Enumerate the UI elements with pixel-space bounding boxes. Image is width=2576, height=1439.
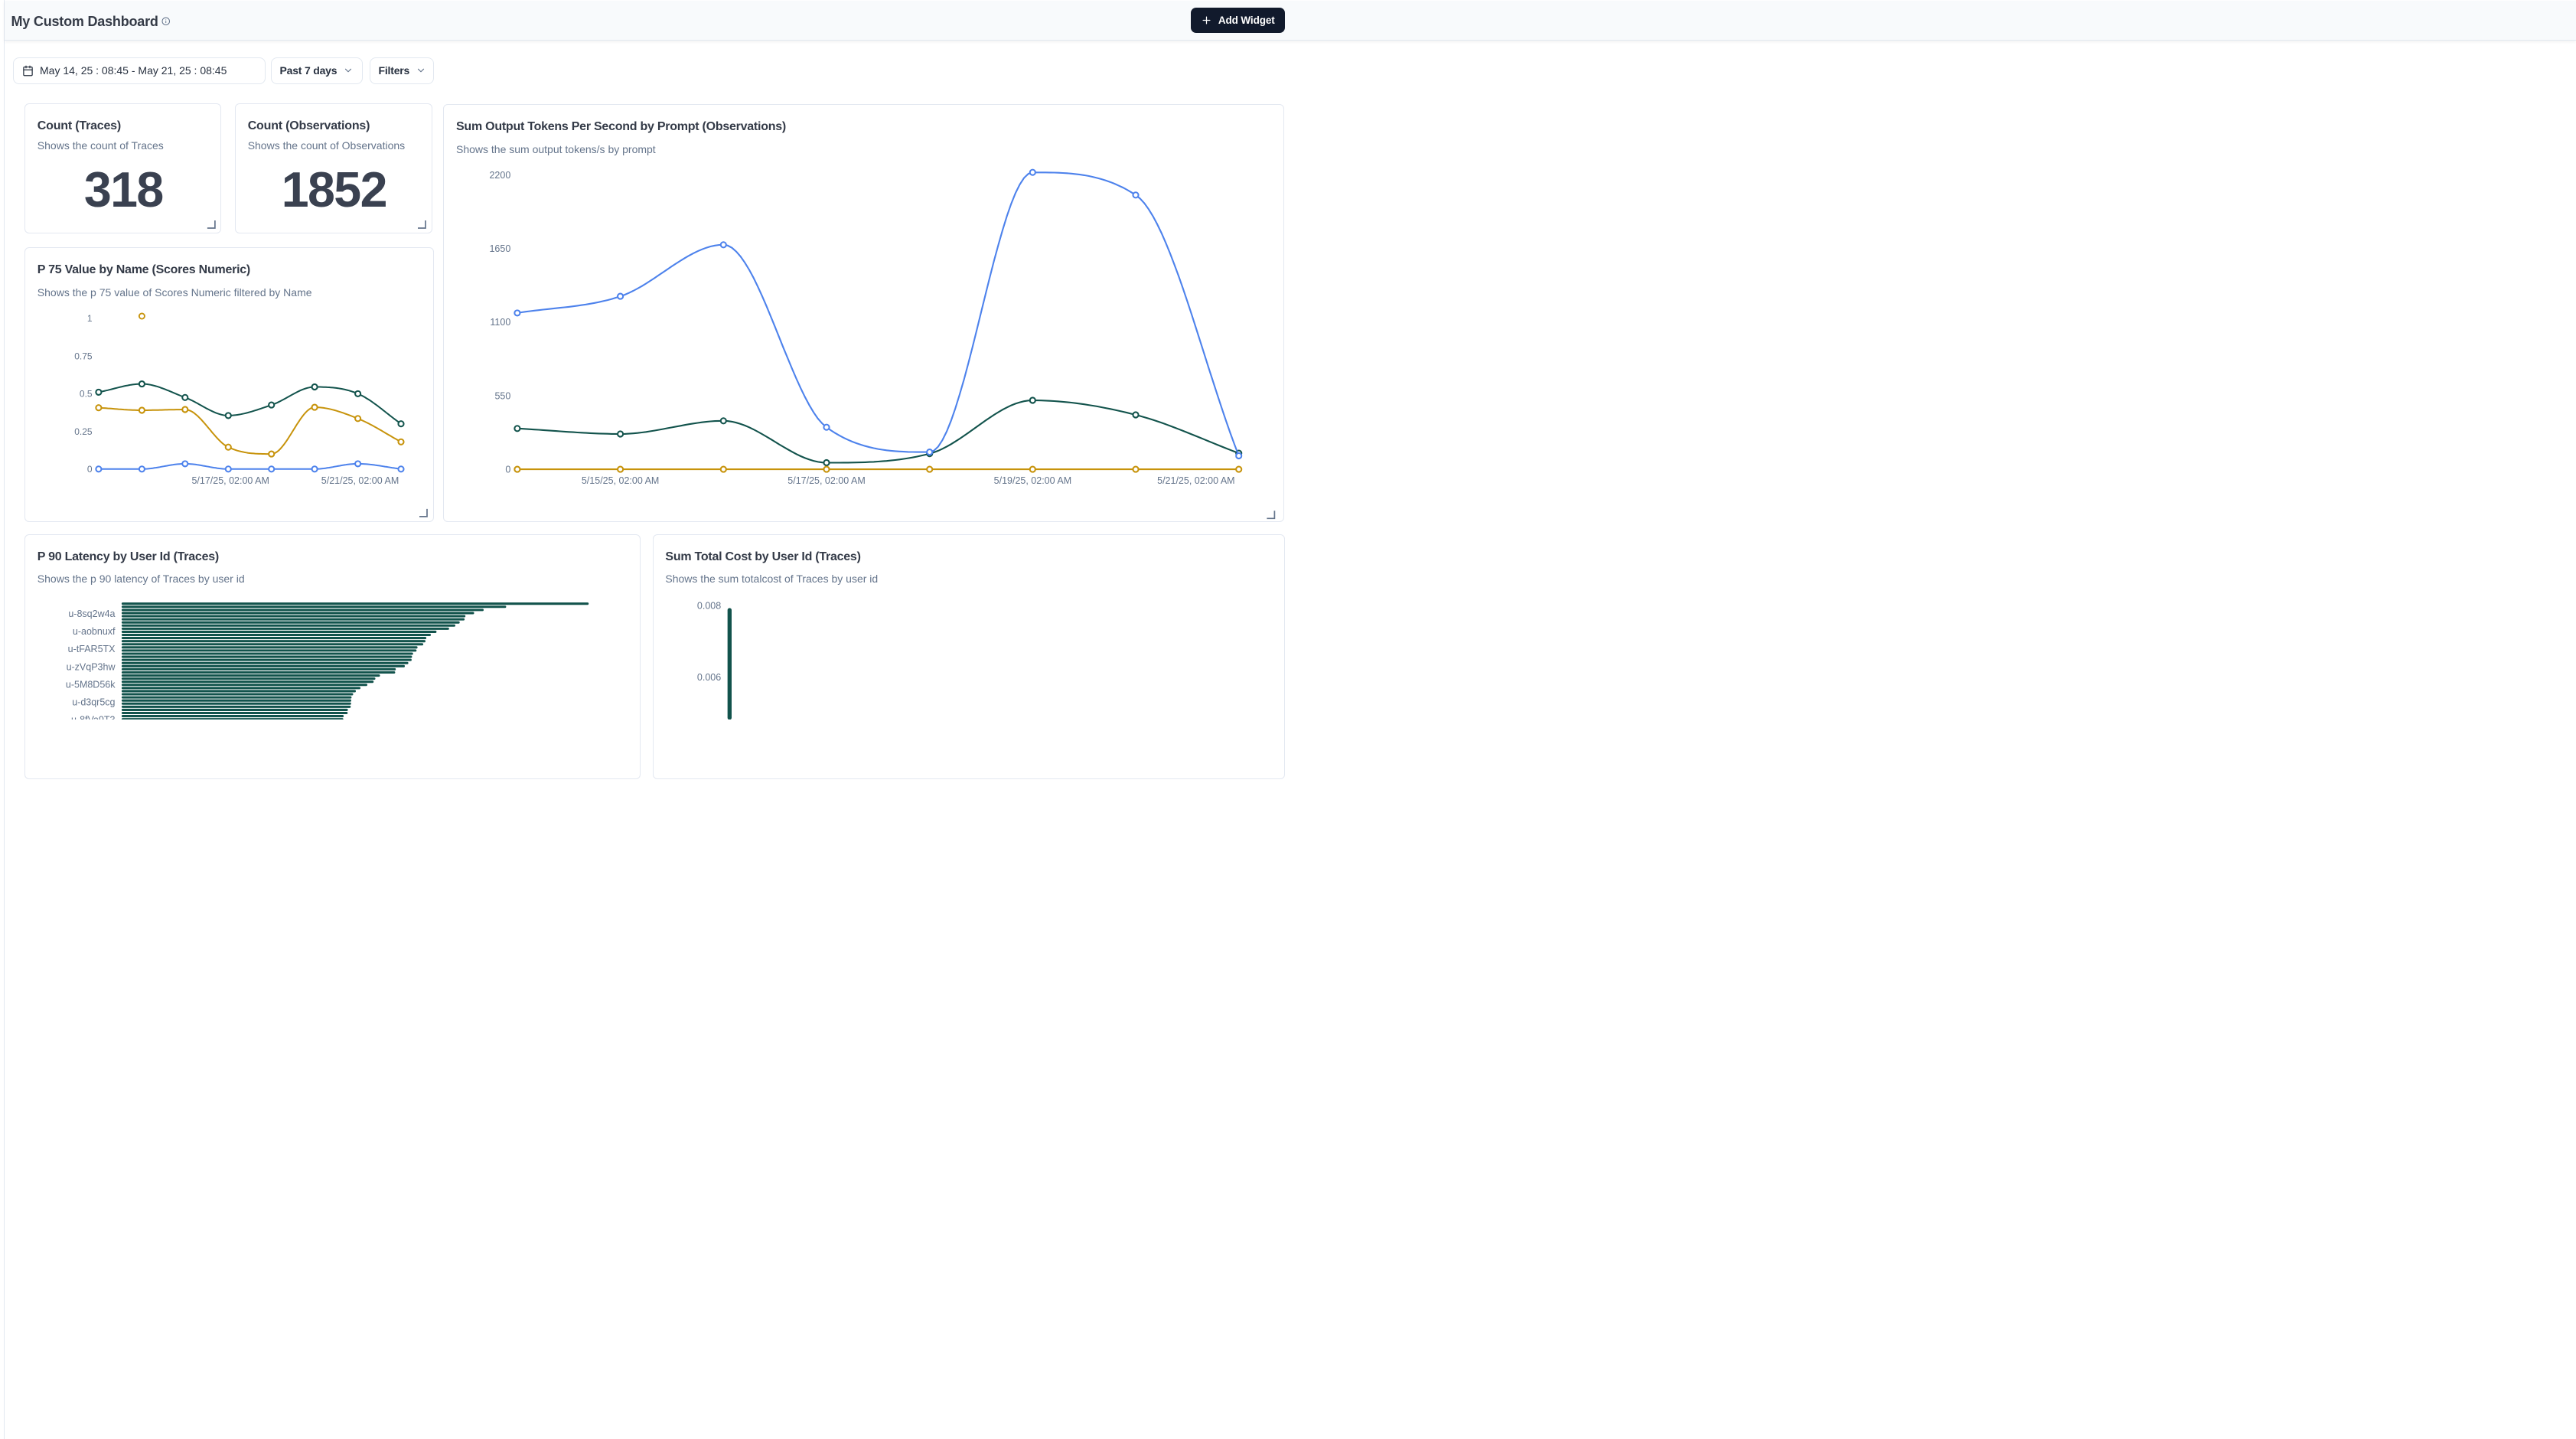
svg-text:0.006: 0.006 (697, 672, 721, 683)
svg-text:1650: 1650 (489, 243, 510, 254)
svg-text:5/19/25, 02:00 AM: 5/19/25, 02:00 AM (994, 475, 1071, 486)
svg-text:u-5M8D56k: u-5M8D56k (66, 679, 116, 690)
svg-text:u-8fVa9T3: u-8fVa9T3 (71, 715, 115, 720)
svg-text:u-zVqP3hw: u-zVqP3hw (67, 661, 116, 672)
svg-text:0.75: 0.75 (74, 351, 93, 361)
svg-text:5/17/25, 02:00 AM: 5/17/25, 02:00 AM (787, 475, 865, 486)
svg-text:0.5: 0.5 (80, 389, 93, 400)
svg-text:5/21/25, 02:00 AM: 5/21/25, 02:00 AM (1157, 475, 1234, 486)
svg-text:2200: 2200 (489, 170, 510, 181)
svg-text:u-8sq2w4a: u-8sq2w4a (68, 609, 115, 619)
svg-text:550: 550 (494, 390, 510, 401)
svg-text:0: 0 (505, 464, 510, 475)
svg-text:u-d3qr5cg: u-d3qr5cg (72, 697, 115, 707)
svg-text:u-aobnuxf: u-aobnuxf (73, 626, 116, 637)
svg-text:0: 0 (87, 464, 93, 475)
svg-text:1: 1 (87, 313, 93, 324)
svg-text:5/15/25, 02:00 AM: 5/15/25, 02:00 AM (582, 475, 659, 486)
svg-text:0.008: 0.008 (697, 601, 721, 612)
svg-text:5/17/25, 02:00 AM: 5/17/25, 02:00 AM (191, 475, 269, 486)
svg-text:0.25: 0.25 (74, 426, 93, 437)
svg-text:1100: 1100 (490, 317, 510, 328)
svg-text:u-tFAR5TX: u-tFAR5TX (68, 644, 116, 654)
svg-text:5/21/25, 02:00 AM: 5/21/25, 02:00 AM (321, 475, 399, 486)
